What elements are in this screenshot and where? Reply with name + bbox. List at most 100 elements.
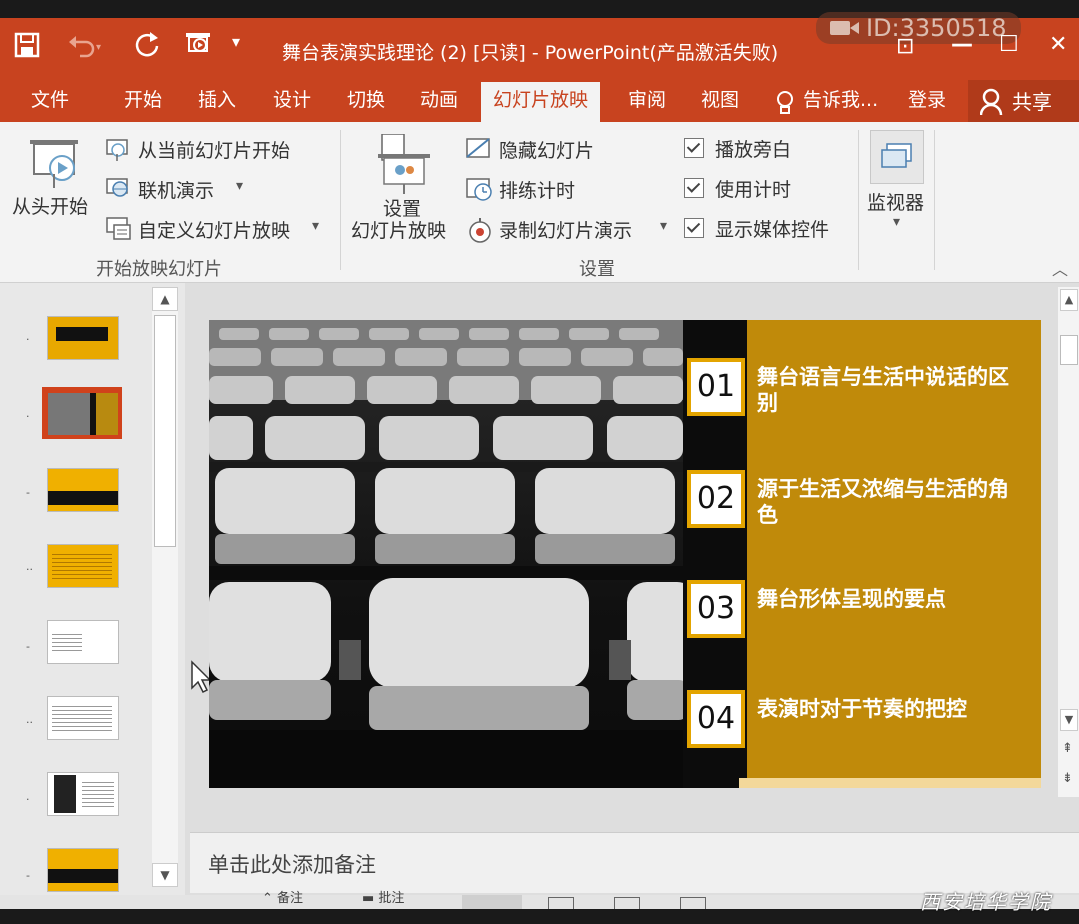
show-media-controls-checkbox[interactable] (684, 218, 704, 238)
agenda-text: 源于生活又浓缩与生活的角色 (757, 477, 1009, 527)
play-narrations-label: 播放旁白 (715, 139, 792, 161)
window-title: 舞台表演实践理论 (2) [只读] - PowerPoint(产品激活失败) (282, 42, 779, 64)
tab-slide-show[interactable]: 幻灯片放映 (481, 82, 601, 122)
tab-design[interactable]: 设计 (273, 86, 311, 122)
hide-slide-icon (466, 138, 490, 158)
slide-thumbnail-2[interactable] (47, 392, 119, 436)
agenda-number: 02 (687, 470, 745, 528)
maximize-button[interactable]: ☐ (999, 32, 1019, 57)
tab-review[interactable]: 审阅 (628, 86, 666, 122)
hide-slide-button[interactable]: 隐藏幻灯片 (499, 136, 594, 163)
custom-slide-show-button[interactable]: 自定义幻灯片放映 (138, 216, 290, 243)
setup-slide-show-button[interactable]: 幻灯片放映 (351, 216, 446, 243)
previous-slide-icon[interactable]: ⇞ (1062, 741, 1073, 756)
slide-scrollbar[interactable]: ▲ ▼ ⇞ ⇟ (1058, 287, 1079, 797)
agenda-text: 舞台形体呈现的要点 (757, 587, 946, 611)
scroll-down-arrow-icon[interactable]: ▼ (152, 863, 178, 887)
minimize-button[interactable]: — (951, 32, 973, 57)
agenda-number: 03 (687, 580, 745, 638)
tab-file[interactable]: 文件 (31, 86, 69, 122)
scroll-thumb[interactable] (1060, 335, 1078, 365)
notes-toggle-label: 备注 (277, 891, 304, 906)
comments-button[interactable]: ▬ 批注 (362, 892, 404, 906)
agenda-item-1: 01 舞台语言与生活中说话的区别 (687, 358, 1027, 428)
record-slide-show-icon (469, 218, 491, 243)
scroll-down-arrow-icon[interactable]: ▼ (1060, 709, 1078, 731)
tab-transitions[interactable]: 切换 (347, 86, 385, 122)
group-divider (858, 130, 859, 270)
sign-in-link[interactable]: 登录 (908, 86, 946, 122)
watermark-text: 西安培华学院 (920, 890, 1052, 914)
thumbnail-number: - (26, 869, 30, 882)
scroll-thumb[interactable] (154, 315, 176, 547)
present-online-dropdown-icon[interactable]: ▾ (236, 178, 243, 194)
from-beginning-button[interactable]: 从头开始 (12, 192, 88, 219)
monitor-dropdown-icon[interactable]: ▾ (893, 214, 900, 230)
slide-thumbnail-1[interactable] (47, 316, 119, 360)
tab-animations[interactable]: 动画 (420, 86, 458, 122)
title-bar: ▾ ▾ 舞台表演实践理论 (2) [只读] - PowerPoint(产品激活失… (0, 12, 1079, 76)
slide-thumbnail-5[interactable] (47, 620, 119, 664)
tab-view[interactable]: 视图 (701, 86, 739, 122)
slide-thumbnail-7[interactable] (47, 772, 119, 816)
thumbnail-number: · (26, 333, 30, 346)
scroll-up-arrow-icon[interactable]: ▲ (152, 287, 178, 311)
thumbnail-number: - (26, 486, 30, 499)
from-current-slide-icon (106, 139, 128, 161)
thumbnail-number: ·· (26, 716, 33, 729)
setup-slide-show-icon (378, 134, 430, 194)
custom-show-dropdown-icon[interactable]: ▾ (312, 218, 319, 234)
slide-thumbnail-3[interactable] (47, 468, 119, 512)
tell-me-search[interactable]: 告诉我... (803, 86, 878, 122)
customize-quick-access-icon[interactable]: ▾ (232, 32, 240, 51)
present-online-icon (106, 178, 128, 197)
setup-group-label: 设置 (579, 259, 615, 280)
present-online-button[interactable]: 联机演示 (138, 176, 214, 203)
person-icon (980, 88, 1003, 116)
scroll-up-arrow-icon[interactable]: ▲ (1060, 289, 1078, 311)
tab-home[interactable]: 开始 (124, 86, 162, 122)
slide-thumbnail-4[interactable] (47, 544, 119, 588)
share-label: 共享 (1012, 90, 1052, 114)
record-dropdown-icon[interactable]: ▾ (660, 218, 667, 234)
start-group-label: 开始放映幻灯片 (96, 259, 222, 280)
redo-icon[interactable] (134, 30, 162, 58)
seats-illustration (209, 320, 683, 788)
slide-thumbnail-6[interactable] (47, 696, 119, 740)
notes-pane[interactable]: 单击此处添加备注 (190, 832, 1079, 893)
use-timings-checkbox[interactable] (684, 178, 704, 198)
thumbnail-number: ·· (26, 563, 33, 576)
undo-icon[interactable]: ▾ (66, 32, 106, 58)
monitor-icon-box[interactable] (870, 130, 924, 184)
tab-insert[interactable]: 插入 (198, 86, 236, 122)
lightbulb-icon (777, 91, 793, 114)
agenda-number: 01 (687, 358, 745, 416)
notes-placeholder[interactable]: 单击此处添加备注 (208, 849, 376, 879)
normal-view-button[interactable] (462, 895, 522, 909)
group-divider (934, 130, 935, 270)
thumbnail-number: · (26, 410, 30, 423)
share-button[interactable]: 共享 (968, 80, 1079, 122)
slideshow-from-start-icon[interactable] (184, 30, 216, 60)
record-slide-show-button[interactable]: 录制幻灯片演示 (499, 216, 632, 243)
from-current-slide-button[interactable]: 从当前幻灯片开始 (138, 136, 290, 163)
close-button[interactable]: ✕ (1049, 32, 1067, 57)
monitor-button[interactable]: 监视器 (867, 188, 924, 215)
agenda-number: 04 (687, 690, 745, 748)
agenda-item-3: 03 舞台形体呈现的要点 (687, 580, 1027, 650)
slide-canvas[interactable]: 01 舞台语言与生活中说话的区别 02 源于生活又浓缩与生活的角色 03 舞台形… (209, 320, 1041, 788)
use-timings-label: 使用计时 (715, 179, 792, 201)
ribbon-display-options-button[interactable]: ⊡ (896, 34, 914, 59)
next-slide-icon[interactable]: ⇟ (1062, 771, 1073, 786)
collapse-ribbon-icon[interactable]: ︿ (1052, 256, 1068, 280)
agenda-item-4: 04 表演时对于节奏的把控 (687, 690, 1027, 760)
play-narrations-checkbox[interactable] (684, 138, 704, 158)
notes-toggle-button[interactable]: ⌃ 备注 (262, 892, 303, 906)
slide-thumbnail-8[interactable] (47, 848, 119, 892)
watermark-id: ID:3350518 (816, 12, 1021, 44)
save-icon[interactable] (14, 32, 40, 58)
thumbnail-scrollbar[interactable]: ▲ ▼ (152, 287, 178, 887)
rehearse-timings-button[interactable]: 排练计时 (499, 176, 575, 203)
thumbnail-number: - (26, 640, 30, 653)
custom-show-icon (106, 217, 131, 240)
